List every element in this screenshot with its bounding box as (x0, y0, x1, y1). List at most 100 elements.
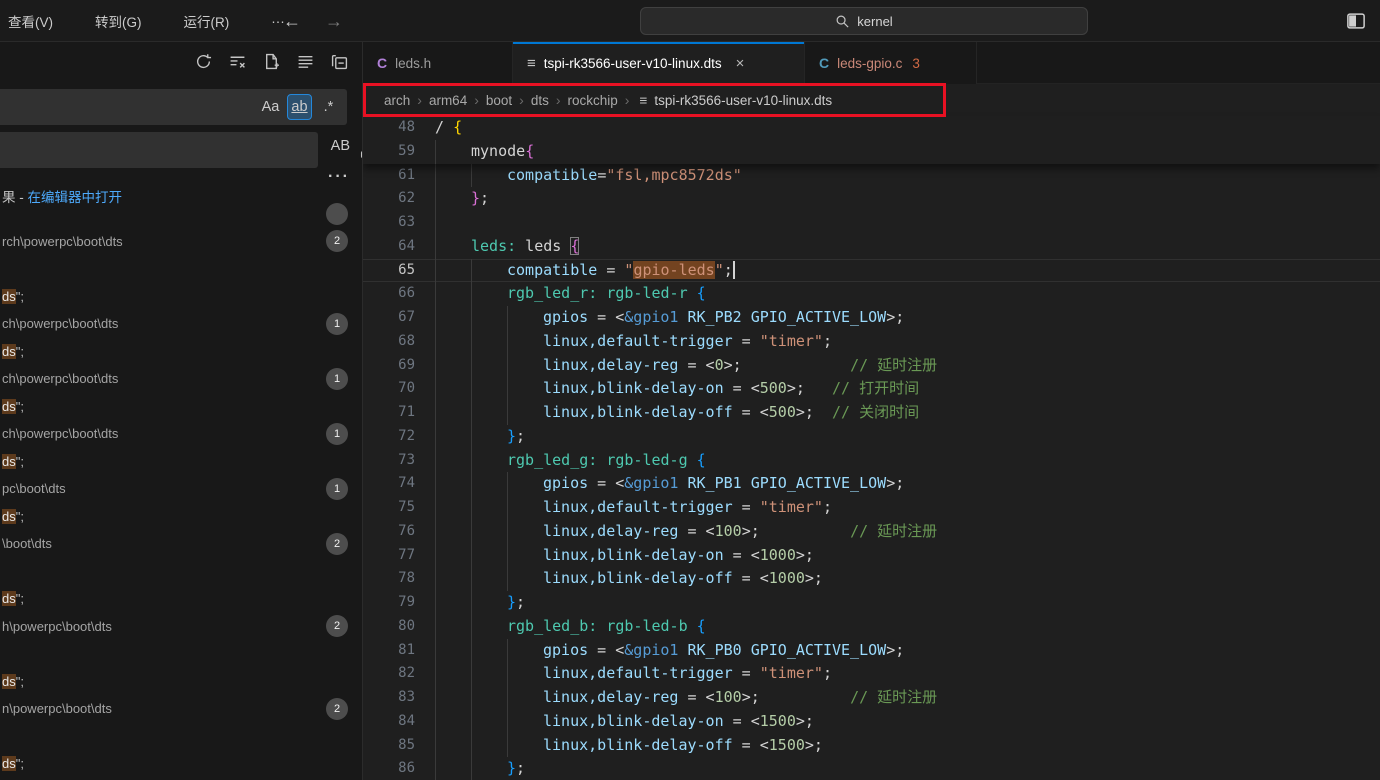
indent-guide (435, 235, 471, 259)
tab-leds-h[interactable]: C leds.h (363, 42, 513, 84)
tab-tspi-rk3566-dts[interactable]: ≡ tspi-rk3566-user-v10-linux.dts × (513, 42, 805, 84)
search-result-file-row[interactable] (0, 200, 362, 228)
search-result-match-row[interactable]: ds"; (0, 338, 362, 366)
code-token: >; (796, 403, 832, 421)
menu-view[interactable]: 查看(V) (2, 8, 59, 34)
code-token: >; (742, 522, 850, 540)
indent-guide (471, 354, 507, 378)
search-result-file-row[interactable]: ch\powerpc\boot\dts1 (0, 365, 362, 393)
search-result-match-row[interactable]: ds"; (0, 585, 362, 613)
indent-guide (471, 306, 507, 330)
code-line[interactable]: 76linux,delay-reg = <100>; // 延时注册 (363, 520, 1380, 544)
menu-bar: 查看(V) 转到(G) 运行(R) ··· (2, 0, 291, 42)
code-line[interactable]: 80rgb_led_b: rgb-led-b { (363, 615, 1380, 639)
code-line[interactable]: 77linux,blink-delay-on = <1000>; (363, 544, 1380, 568)
search-result-match-row[interactable]: ds"; (0, 283, 362, 311)
code-line[interactable]: 67gpios = <&gpio1 RK_PB2 GPIO_ACTIVE_LOW… (363, 306, 1380, 330)
code-line[interactable]: 75linux,default-trigger = "timer"; (363, 496, 1380, 520)
preserve-case-toggle[interactable]: AB (331, 138, 350, 154)
search-result-file-row[interactable]: pc\boot\dts1 (0, 475, 362, 503)
search-result-file-row[interactable]: \boot\dts2 (0, 530, 362, 558)
tab-leds-gpio-c[interactable]: C leds-gpio.c 3 (805, 42, 977, 84)
close-tab-icon[interactable]: × (736, 55, 745, 72)
code-line[interactable]: 65compatible = "gpio-leds"; (363, 259, 1380, 283)
code-line[interactable]: 73rgb_led_g: rgb-led-g { (363, 449, 1380, 473)
forward-arrow-icon[interactable]: → (325, 11, 343, 32)
code-token: 1500 (760, 712, 796, 730)
code-line[interactable]: 72}; (363, 425, 1380, 449)
code-line[interactable]: 79}; (363, 591, 1380, 615)
code-line-content: compatible="fsl,mpc8572ds" (435, 164, 742, 188)
indent-guide (435, 377, 471, 401)
code-line[interactable]: 63 (363, 211, 1380, 235)
code-line[interactable]: 64leds: leds { (363, 235, 1380, 259)
code-line[interactable]: 82linux,default-trigger = "timer"; (363, 662, 1380, 686)
menu-goto[interactable]: 转到(G) (89, 8, 148, 34)
code-line[interactable]: 61compatible="fsl,mpc8572ds" (363, 164, 1380, 188)
breadcrumb-file[interactable]: tspi-rk3566-user-v10-linux.dts (654, 93, 832, 108)
code-token: leds (516, 237, 570, 255)
match-highlight: ds (2, 344, 16, 359)
search-input[interactable]: Aa ab .* (0, 89, 347, 125)
code-token: >; (796, 546, 814, 564)
code-line[interactable]: 81gpios = <&gpio1 RK_PB0 GPIO_ACTIVE_LOW… (363, 639, 1380, 663)
collapse-all-icon[interactable] (328, 50, 350, 72)
search-result-match-row[interactable]: ds"; (0, 393, 362, 421)
code-line[interactable]: 66rgb_led_r: rgb-led-r { (363, 282, 1380, 306)
back-arrow-icon[interactable]: ← (283, 11, 301, 32)
menu-run[interactable]: 运行(R) (178, 8, 236, 34)
code-line[interactable]: 70linux,blink-delay-on = <500>; // 打开时间 (363, 377, 1380, 401)
search-result-file-row[interactable]: n\powerpc\boot\dts2 (0, 695, 362, 723)
dts-file-icon: ≡ (527, 55, 536, 72)
breadcrumb-item-arm64[interactable]: arm64 (429, 93, 467, 108)
search-result-file-row[interactable]: h\powerpc\boot\dts2 (0, 613, 362, 641)
code-line[interactable]: 84linux,blink-delay-on = <1500>; (363, 710, 1380, 734)
breadcrumb-item-dts[interactable]: dts (531, 93, 549, 108)
search-result-match-row[interactable]: ds"; (0, 503, 362, 531)
editor-group: C leds.h ≡ tspi-rk3566-user-v10-linux.dt… (363, 42, 1380, 780)
code-line[interactable]: 71linux,blink-delay-off = <500>; // 关闭时间 (363, 401, 1380, 425)
code-line[interactable]: 86}; (363, 757, 1380, 780)
regex-toggle[interactable]: .* (316, 94, 341, 120)
match-case-toggle[interactable]: Aa (258, 94, 283, 120)
tab-label: leds.h (395, 56, 431, 71)
search-result-file-row[interactable]: ch\powerpc\boot\dts1 (0, 420, 362, 448)
replace-input[interactable] (0, 132, 318, 168)
code-line[interactable]: 59mynode{ (363, 140, 1380, 164)
code-line[interactable]: 74gpios = <&gpio1 RK_PB1 GPIO_ACTIVE_LOW… (363, 472, 1380, 496)
replace-all-icon[interactable] (356, 137, 363, 163)
open-new-search-editor-icon[interactable] (260, 50, 282, 72)
breadcrumb-item-rockchip[interactable]: rockchip (568, 93, 618, 108)
code-token: ; (516, 593, 525, 611)
indent-guide (435, 591, 471, 615)
breadcrumb-item-boot[interactable]: boot (486, 93, 512, 108)
code-token: / (435, 118, 453, 136)
breadcrumb-item-arch[interactable]: arch (384, 93, 410, 108)
search-result-file-row[interactable]: ch\powerpc\boot\dts1 (0, 310, 362, 338)
command-center-search[interactable]: kernel (640, 7, 1088, 35)
result-file-path: ch\powerpc\boot\dts (2, 316, 326, 331)
code-line[interactable]: 68linux,default-trigger = "timer"; (363, 330, 1380, 354)
search-result-match-row[interactable]: ds"; (0, 448, 362, 476)
code-token: &gpio1 (624, 474, 678, 492)
search-result-match-row[interactable]: ds"; (0, 750, 362, 778)
toggle-sidebar-button[interactable] (1344, 9, 1368, 33)
code-line[interactable]: 78linux,blink-delay-off = <1000>; (363, 567, 1380, 591)
search-result-file-row[interactable]: rch\powerpc\boot\dts2 (0, 228, 362, 256)
view-as-tree-icon[interactable] (294, 50, 316, 72)
code-line[interactable]: 62}; (363, 187, 1380, 211)
clear-search-results-icon[interactable] (226, 50, 248, 72)
match-highlight: ds (2, 509, 16, 524)
search-result-match-row[interactable]: ds"; (0, 668, 362, 696)
indent-guide (471, 164, 507, 188)
toggle-search-details-icon[interactable]: ··· (328, 168, 350, 186)
line-number: 80 (363, 615, 415, 639)
code-line[interactable]: 69linux,delay-reg = <0>; // 延时注册 (363, 354, 1380, 378)
whole-word-toggle[interactable]: ab (287, 94, 312, 120)
refresh-icon[interactable] (192, 50, 214, 72)
code-line[interactable]: 85linux,blink-delay-off = <1500>; (363, 734, 1380, 758)
code-line[interactable]: 48/ { (363, 116, 1380, 140)
indent-guide (471, 330, 507, 354)
code-line-content: rgb_led_g: rgb-led-g { (435, 449, 706, 473)
code-line[interactable]: 83linux,delay-reg = <100>; // 延时注册 (363, 686, 1380, 710)
